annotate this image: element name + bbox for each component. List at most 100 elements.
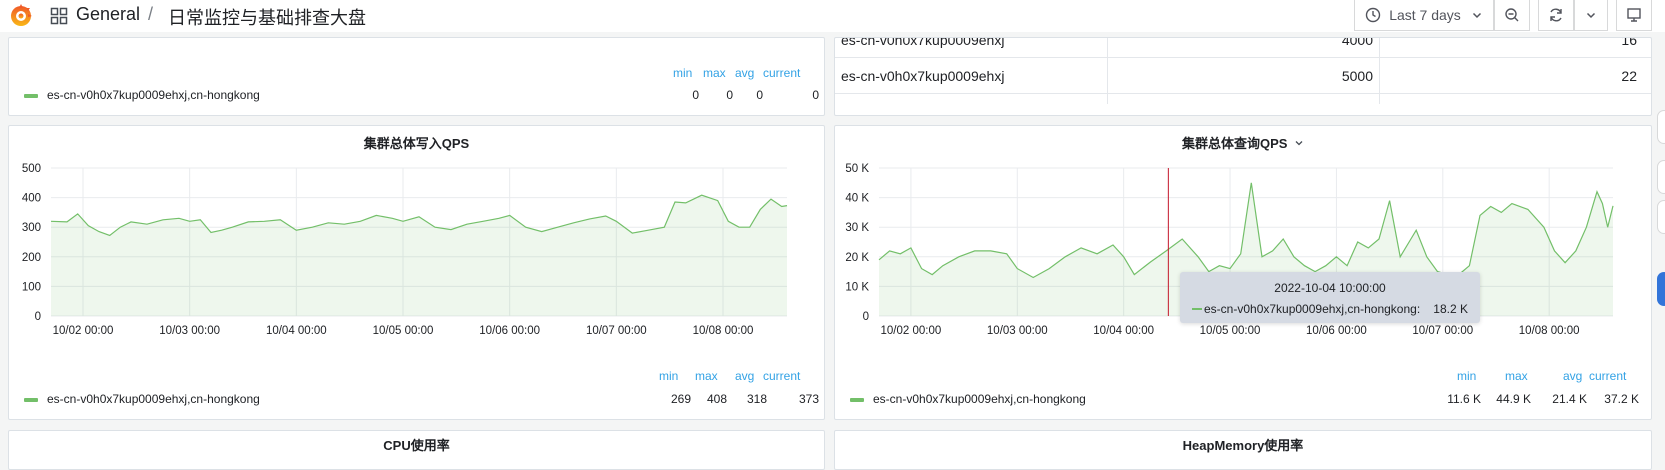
x-tick-label: 10/05 00:00 [1200, 325, 1261, 337]
refresh-button[interactable] [1538, 0, 1574, 31]
y-tick-label: 30 K [845, 222, 869, 234]
legend-header-max[interactable]: max [703, 66, 726, 80]
legend-swatch [850, 398, 864, 402]
dashboards-grid-icon[interactable] [50, 7, 68, 25]
legend-current: 373 [798, 392, 819, 406]
cpu-usage-panel: CPU使用率 [8, 430, 825, 470]
panel-title[interactable]: 集群总体写入QPS [9, 133, 824, 152]
legend-avg: 318 [746, 392, 767, 406]
heap-memory-panel: HeapMemory使用率 [834, 430, 1652, 470]
side-scroll-handle[interactable] [1657, 200, 1665, 234]
legend-header-current[interactable]: current [763, 66, 800, 80]
x-tick-label: 10/05 00:00 [373, 325, 434, 337]
panel-title[interactable]: HeapMemory使用率 [835, 435, 1651, 454]
zoom-out-icon [1505, 8, 1519, 22]
grafana-logo-icon[interactable] [8, 2, 34, 28]
y-tick-label: 500 [22, 163, 41, 175]
y-tick-label: 300 [22, 222, 41, 234]
y-tick-label: 100 [22, 281, 41, 293]
series-area-fill [51, 195, 787, 316]
dashboard-title[interactable]: 日常监控与基础排查大盘 [168, 4, 366, 30]
tooltip-time: 2022-10-04 10:00:00 [1274, 281, 1386, 295]
chevron-down-icon [1295, 141, 1303, 146]
x-tick-label: 10/07 00:00 [586, 325, 647, 337]
y-tick-label: 10 K [845, 281, 869, 293]
legend-header-avg[interactable]: avg [735, 66, 754, 80]
y-tick-label: 400 [22, 193, 41, 205]
table-cell-value: 5000 [1341, 68, 1373, 84]
table-cell-value: 4000 [1341, 37, 1373, 48]
panel-title[interactable]: 集群总体查询QPS [835, 133, 1651, 152]
x-tick-label: 10/04 00:00 [266, 325, 327, 337]
legend-header-max[interactable]: max [695, 369, 718, 383]
table-cell-value: 16 [1621, 37, 1637, 48]
table-cell-value: 22 [1621, 68, 1637, 84]
x-tick-label: 10/02 00:00 [53, 325, 114, 337]
legend-avg: 0 [756, 88, 763, 102]
legend-header-avg[interactable]: avg [735, 369, 754, 383]
y-tick-label: 200 [22, 252, 41, 264]
tooltip-swatch [1192, 308, 1202, 310]
top-right-table-panel: es-cn-v0h0x7kup0009ehxj 4000 16 es-cn-v0… [834, 37, 1652, 116]
legend-header-max[interactable]: max [1505, 369, 1528, 383]
y-tick-label: 20 K [845, 252, 869, 264]
legend-current: 37.2 K [1604, 392, 1639, 406]
query-qps-chart[interactable]: 0 10 K 20 K 30 K 40 K 50 K 10/02 00:00 10/03 00… [835, 158, 1651, 368]
write-qps-panel: 集群总体写入QPS 0 100 200 300 400 500 10/02 00:00 10/… [8, 125, 825, 420]
table-cell-name: es-cn-v0h0x7kup0009ehxj [841, 68, 1005, 84]
y-tick-label: 0 [35, 311, 41, 323]
table-row: es-cn-v0h0x7kup0009ehxj 5000 22 [835, 58, 1651, 94]
x-tick-label: 10/08 00:00 [1519, 325, 1580, 337]
legend-swatch [24, 398, 38, 402]
tooltip-series-name: es-cn-v0h0x7kup0009ehxj,cn-hongkong: [1204, 302, 1421, 316]
y-tick-label: 40 K [845, 193, 869, 205]
graph-tooltip: 2022-10-04 10:00:00 es-cn-v0h0x7kup0009e… [1180, 272, 1480, 323]
write-qps-chart[interactable]: 0 100 200 300 400 500 10/02 00:00 10/03 00:00 10… [9, 158, 824, 368]
legend-current: 0 [812, 88, 819, 102]
legend-header-avg[interactable]: avg [1563, 369, 1582, 383]
breadcrumb-folder[interactable]: General [76, 4, 140, 25]
x-tick-label: 10/02 00:00 [881, 325, 942, 337]
x-tick-label: 10/06 00:00 [479, 325, 540, 337]
table-row: es-cn-v0h0x7kup0009ehxj 4000 16 [835, 37, 1651, 58]
legend-avg: 21.4 K [1552, 392, 1587, 406]
legend-header-min[interactable]: min [1457, 369, 1476, 383]
chevron-down-icon [1586, 12, 1596, 19]
chevron-down-icon [1472, 12, 1481, 19]
panel-title-text: 集群总体查询QPS [1181, 136, 1288, 151]
refresh-icon [1550, 8, 1562, 22]
zoom-out-button[interactable] [1494, 0, 1530, 31]
legend-min: 0 [692, 88, 699, 102]
x-tick-label: 10/03 00:00 [987, 325, 1048, 337]
top-left-panel: min max avg current es-cn-v0h0x7kup0009e… [8, 37, 825, 116]
panel-title[interactable]: CPU使用率 [9, 435, 824, 454]
top-navbar: General / 日常监控与基础排查大盘 Last 7 days [0, 0, 1665, 32]
x-tick-label: 10/07 00:00 [1412, 325, 1473, 337]
side-help-button[interactable] [1657, 272, 1665, 306]
column-divider [1107, 38, 1108, 104]
legend-swatch [24, 94, 38, 98]
time-range-picker[interactable]: Last 7 days [1354, 0, 1494, 31]
side-scroll-handle[interactable] [1657, 110, 1665, 144]
breadcrumb-separator: / [148, 4, 154, 24]
legend-series-name[interactable]: es-cn-v0h0x7kup0009ehxj,cn-hongkong [47, 88, 260, 102]
clock-icon [1365, 7, 1381, 23]
x-tick-label: 10/04 00:00 [1093, 325, 1154, 337]
side-scroll-handle[interactable] [1657, 160, 1665, 194]
legend-header-current[interactable]: current [763, 369, 800, 383]
legend-max: 0 [726, 88, 733, 102]
x-tick-label: 10/08 00:00 [693, 325, 754, 337]
legend-series-name[interactable]: es-cn-v0h0x7kup0009ehxj,cn-hongkong [47, 392, 260, 406]
legend-header-min[interactable]: min [673, 66, 692, 80]
monitor-icon [1627, 8, 1641, 22]
legend-min: 11.6 K [1447, 392, 1481, 406]
legend-header-min[interactable]: min [659, 369, 678, 383]
table-cell-name: es-cn-v0h0x7kup0009ehxj [841, 37, 1005, 48]
time-range-label: Last 7 days [1389, 7, 1461, 23]
legend-header-current[interactable]: current [1589, 369, 1626, 383]
tv-mode-button[interactable] [1616, 0, 1652, 31]
refresh-interval-button[interactable] [1574, 0, 1608, 31]
legend-series-name[interactable]: es-cn-v0h0x7kup0009ehxj,cn-hongkong [873, 392, 1086, 406]
x-tick-label: 10/03 00:00 [159, 325, 220, 337]
tooltip-value: 18.2 K [1433, 302, 1468, 316]
